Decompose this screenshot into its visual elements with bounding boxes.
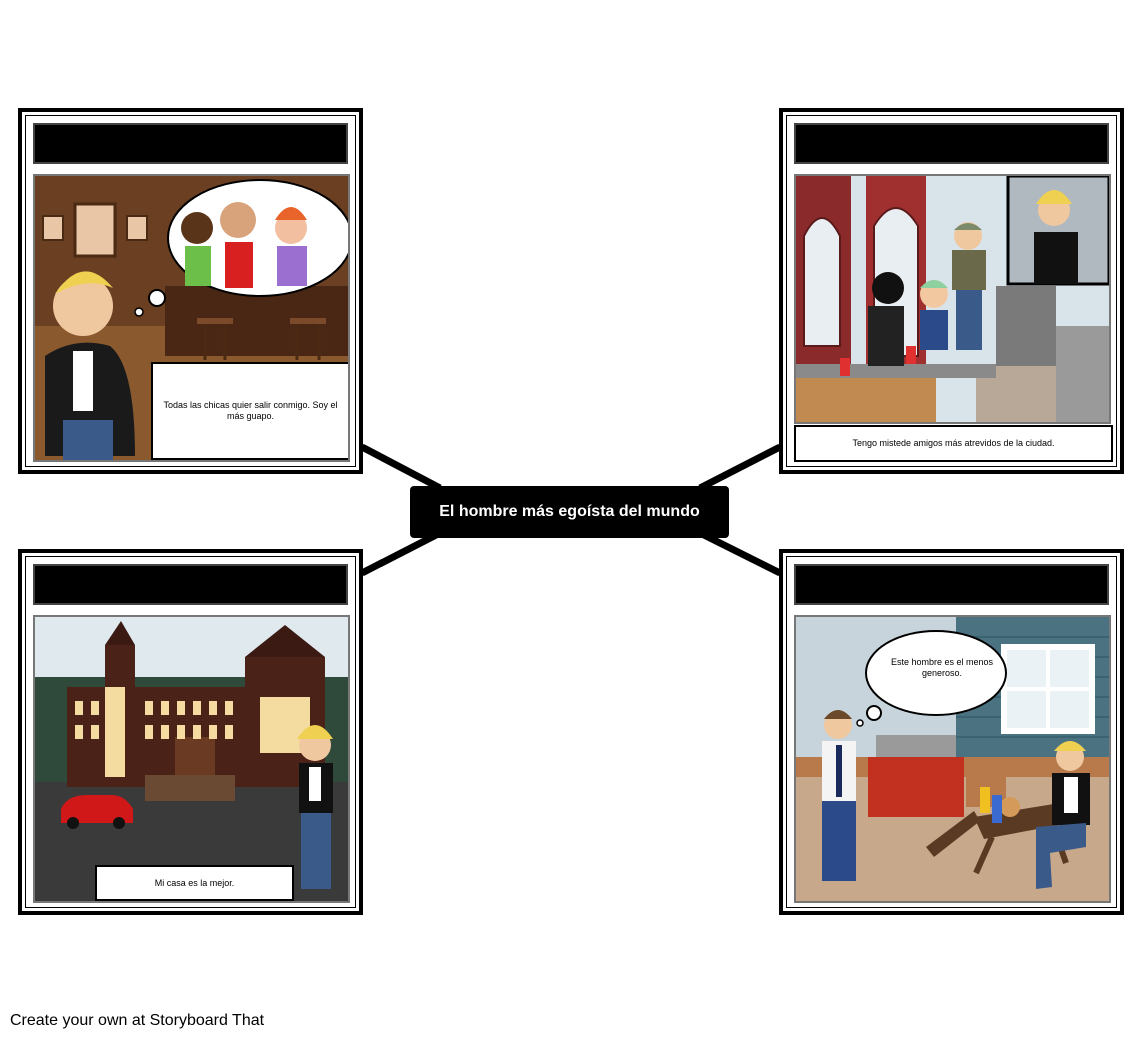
panel-scene-mansion: Mi casa es la mejor.	[33, 615, 350, 903]
panel-caption: Mi casa es la mejor.	[95, 865, 294, 901]
panel-caption: Tengo mistede amigos más atrevidos de la…	[794, 425, 1113, 462]
mansion-scene-illustration	[35, 617, 348, 901]
panel-title-bar	[794, 564, 1109, 605]
panel-scene-rooftop	[794, 174, 1111, 424]
rooftop-scene-illustration	[796, 176, 1109, 422]
panel-title-bar	[794, 123, 1109, 164]
panel-caption: Todas las chicas quier salir conmigo. So…	[151, 362, 348, 460]
panel-scene-bbq: Este hombre es el menos generoso.	[794, 615, 1111, 903]
footer-create-link[interactable]: Create your own at Storyboard That	[10, 1012, 264, 1030]
center-title: El hombre más egoísta del mundo	[410, 486, 729, 538]
panel-bottom-left: Mi casa es la mejor.	[18, 549, 363, 915]
thought-bubble-text: Este hombre es el menos generoso.	[890, 657, 994, 678]
panel-scene-bar: Todas las chicas quier salir conmigo. So…	[33, 174, 350, 462]
panel-top-right: Tengo mistede amigos más atrevidos de la…	[779, 108, 1124, 474]
panel-bottom-right: Este hombre es el menos generoso.	[779, 549, 1124, 915]
panel-top-left: Todas las chicas quier salir conmigo. So…	[18, 108, 363, 474]
panel-title-bar	[33, 123, 348, 164]
panel-title-bar	[33, 564, 348, 605]
center-title-text: El hombre más egoísta del mundo	[439, 503, 700, 520]
